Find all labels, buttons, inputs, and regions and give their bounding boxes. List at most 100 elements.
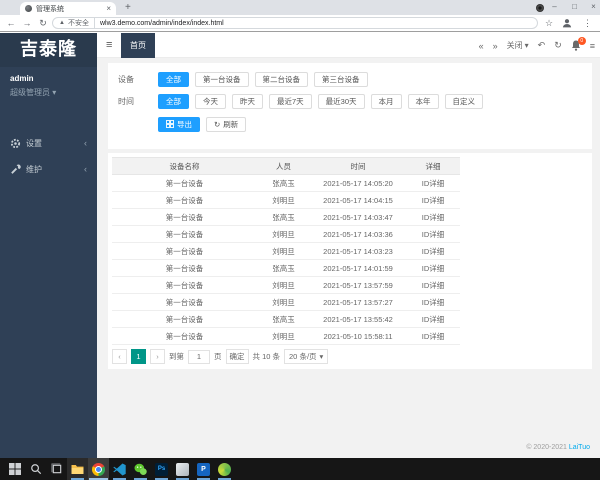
vscode-icon [113, 463, 126, 475]
chrome-taskbar-button[interactable] [88, 458, 109, 480]
browser-tab-title: 管理系统 [36, 5, 64, 13]
detail-link[interactable]: ID详细 [406, 174, 460, 192]
browser-reload-button[interactable]: ↻ [36, 15, 50, 31]
time-filter-last7days[interactable]: 最近7天 [269, 93, 312, 109]
col-person: 人员 [257, 157, 310, 175]
col-device-name: 设备名称 [112, 157, 257, 175]
tab-scroll-left-icon[interactable]: « [479, 41, 484, 51]
browser-forward-button[interactable]: → [20, 15, 34, 31]
cell-time: 2021-05-17 13:57:59 [310, 276, 406, 294]
browser-back-button[interactable]: ← [4, 15, 18, 31]
detail-link[interactable]: ID详细 [406, 191, 460, 209]
per-page-select[interactable]: 20 条/页 ▾ [284, 349, 329, 364]
time-filter-yesterday[interactable]: 昨天 [232, 93, 263, 109]
device-filter-3[interactable]: 第三台设备 [314, 71, 368, 87]
vscode-taskbar-button[interactable] [109, 458, 130, 480]
security-label: 不安全 [68, 18, 95, 28]
detail-link[interactable]: ID详细 [406, 293, 460, 311]
sidebar: 吉泰隆 admin 超级管理员 ▾ 设置 ‹ 维护 ‹ [0, 33, 97, 458]
detail-link[interactable]: ID详细 [406, 242, 460, 260]
window-minimize-button[interactable]: – [546, 0, 563, 15]
device-filter-2[interactable]: 第二台设备 [254, 71, 308, 87]
url-omnibox[interactable]: ▲ 不安全 wlw3.demo.com/admin/index/index.ht… [52, 17, 538, 29]
search-icon [30, 464, 41, 475]
back-arrow-icon[interactable]: ↶ [538, 40, 546, 51]
page-next-button[interactable]: › [150, 349, 165, 364]
more-menu-icon[interactable]: ≡ [590, 41, 595, 51]
file-explorer-icon [71, 464, 84, 474]
file-explorer-button[interactable] [67, 458, 88, 480]
export-button[interactable]: 导出 [158, 116, 200, 132]
task-view-button[interactable] [46, 458, 67, 480]
cell-person: 张高玉 [257, 174, 310, 192]
goto-confirm-button[interactable]: 确定 [225, 349, 249, 364]
new-tab-button[interactable]: + [125, 1, 131, 14]
time-filter-last30days[interactable]: 最近30天 [317, 93, 365, 109]
time-filter-today[interactable]: 今天 [195, 93, 226, 109]
table-row: 第一台设备 刘明旦 2021-05-17 14:04:15 ID详细 [112, 191, 460, 209]
filter-card: 设备 全部 第一台设备 第二台设备 第三台设备 时间 全部 今天 昨天 最近7天… [108, 63, 592, 149]
table-row: 第一台设备 刘明旦 2021-05-10 15:58:11 ID详细 [112, 327, 460, 345]
table-row: 第一台设备 张高玉 2021-05-17 14:01:59 ID详细 [112, 259, 460, 277]
refresh-page-icon[interactable]: ↻ [554, 40, 562, 51]
time-filter-all[interactable]: 全部 [158, 93, 189, 109]
browser-address-bar: ← → ↻ ▲ 不安全 wlw3.demo.com/admin/index/in… [0, 15, 600, 32]
document-app-taskbar-button[interactable] [172, 458, 193, 480]
cell-time: 2021-05-17 13:57:27 [310, 293, 406, 311]
pagination: ‹ 1 › 到第 页 确定 共 10 条 20 条/页 ▾ [112, 349, 329, 364]
sidebar-toggle-icon[interactable]: ≡ [106, 33, 112, 58]
cell-device: 第一台设备 [112, 191, 257, 209]
green-app-taskbar-button[interactable] [214, 458, 235, 480]
browser-menu-icon[interactable]: ⋮ [583, 15, 592, 31]
page-footer: © 2020-2021 LaiTuo [526, 444, 590, 451]
detail-link[interactable]: ID详细 [406, 208, 460, 226]
time-filter-custom[interactable]: 自定义 [444, 93, 484, 109]
window-close-button[interactable]: × [585, 0, 600, 15]
wechat-taskbar-button[interactable] [130, 458, 151, 480]
topbar: ≡ 首页 « » 关闭 ▾ ↶ ↻ 0 ≡ [97, 33, 600, 58]
cell-device: 第一台设备 [112, 242, 257, 260]
detail-link[interactable]: ID详细 [406, 225, 460, 243]
table-header-row: 设备名称 人员 时间 详细 [112, 157, 460, 175]
page-prev-button[interactable]: ‹ [112, 349, 127, 364]
col-time: 时间 [310, 157, 406, 175]
page-1-button[interactable]: 1 [131, 349, 146, 364]
detail-link[interactable]: ID详细 [406, 310, 460, 328]
photoshop-taskbar-button[interactable]: Ps [151, 458, 172, 480]
role-dropdown[interactable]: 超级管理员 ▾ [10, 87, 87, 98]
close-tabs-dropdown[interactable]: 关闭 ▾ [507, 40, 529, 51]
content-area: 设备 全部 第一台设备 第二台设备 第三台设备 时间 全部 今天 昨天 最近7天… [97, 58, 600, 458]
cell-device: 第一台设备 [112, 276, 257, 294]
p-app-taskbar-button[interactable]: P [193, 458, 214, 480]
browser-tab[interactable]: 管理系统 × [20, 2, 116, 15]
bookmark-star-icon[interactable]: ☆ [545, 15, 553, 31]
notification-bell-button[interactable]: 0 [571, 36, 586, 52]
main-area: ≡ 首页 « » 关闭 ▾ ↶ ↻ 0 ≡ 设备 全部 第一台设备 第二台设备 … [97, 33, 600, 458]
document-app-icon [176, 462, 189, 476]
table-row: 第一台设备 张高玉 2021-05-17 14:05:20 ID详细 [112, 174, 460, 192]
time-filter-this-month[interactable]: 本月 [370, 93, 402, 109]
window-maximize-button[interactable]: □ [566, 0, 583, 15]
goto-page-input[interactable] [188, 349, 210, 364]
tab-home[interactable]: 首页 [121, 33, 155, 58]
sidebar-item-settings[interactable]: 设置 ‹ [0, 130, 97, 156]
refresh-button[interactable]: ↻ 刷新 [206, 116, 247, 132]
copyright-link[interactable]: LaiTuo [569, 444, 590, 451]
cell-person: 张高玉 [257, 208, 310, 226]
sidebar-item-maintenance[interactable]: 维护 ‹ [0, 156, 97, 182]
caret-down-icon: ▾ [52, 88, 57, 97]
time-filter-this-year[interactable]: 本年 [407, 93, 439, 109]
start-button[interactable] [4, 458, 25, 480]
taskbar-search-button[interactable] [25, 458, 46, 480]
tab-scroll-right-icon[interactable]: » [493, 41, 498, 51]
profile-avatar-icon[interactable] [562, 18, 572, 28]
device-filter-all[interactable]: 全部 [158, 71, 189, 87]
detail-link[interactable]: ID详细 [406, 259, 460, 277]
page-unit-label: 页 [214, 352, 222, 361]
detail-link[interactable]: ID详细 [406, 327, 460, 345]
tab-close-icon[interactable]: × [106, 4, 111, 13]
device-filter-1[interactable]: 第一台设备 [195, 71, 249, 87]
cell-person: 张高玉 [257, 259, 310, 277]
detail-link[interactable]: ID详细 [406, 276, 460, 294]
cell-time: 2021-05-10 15:58:11 [310, 327, 406, 345]
